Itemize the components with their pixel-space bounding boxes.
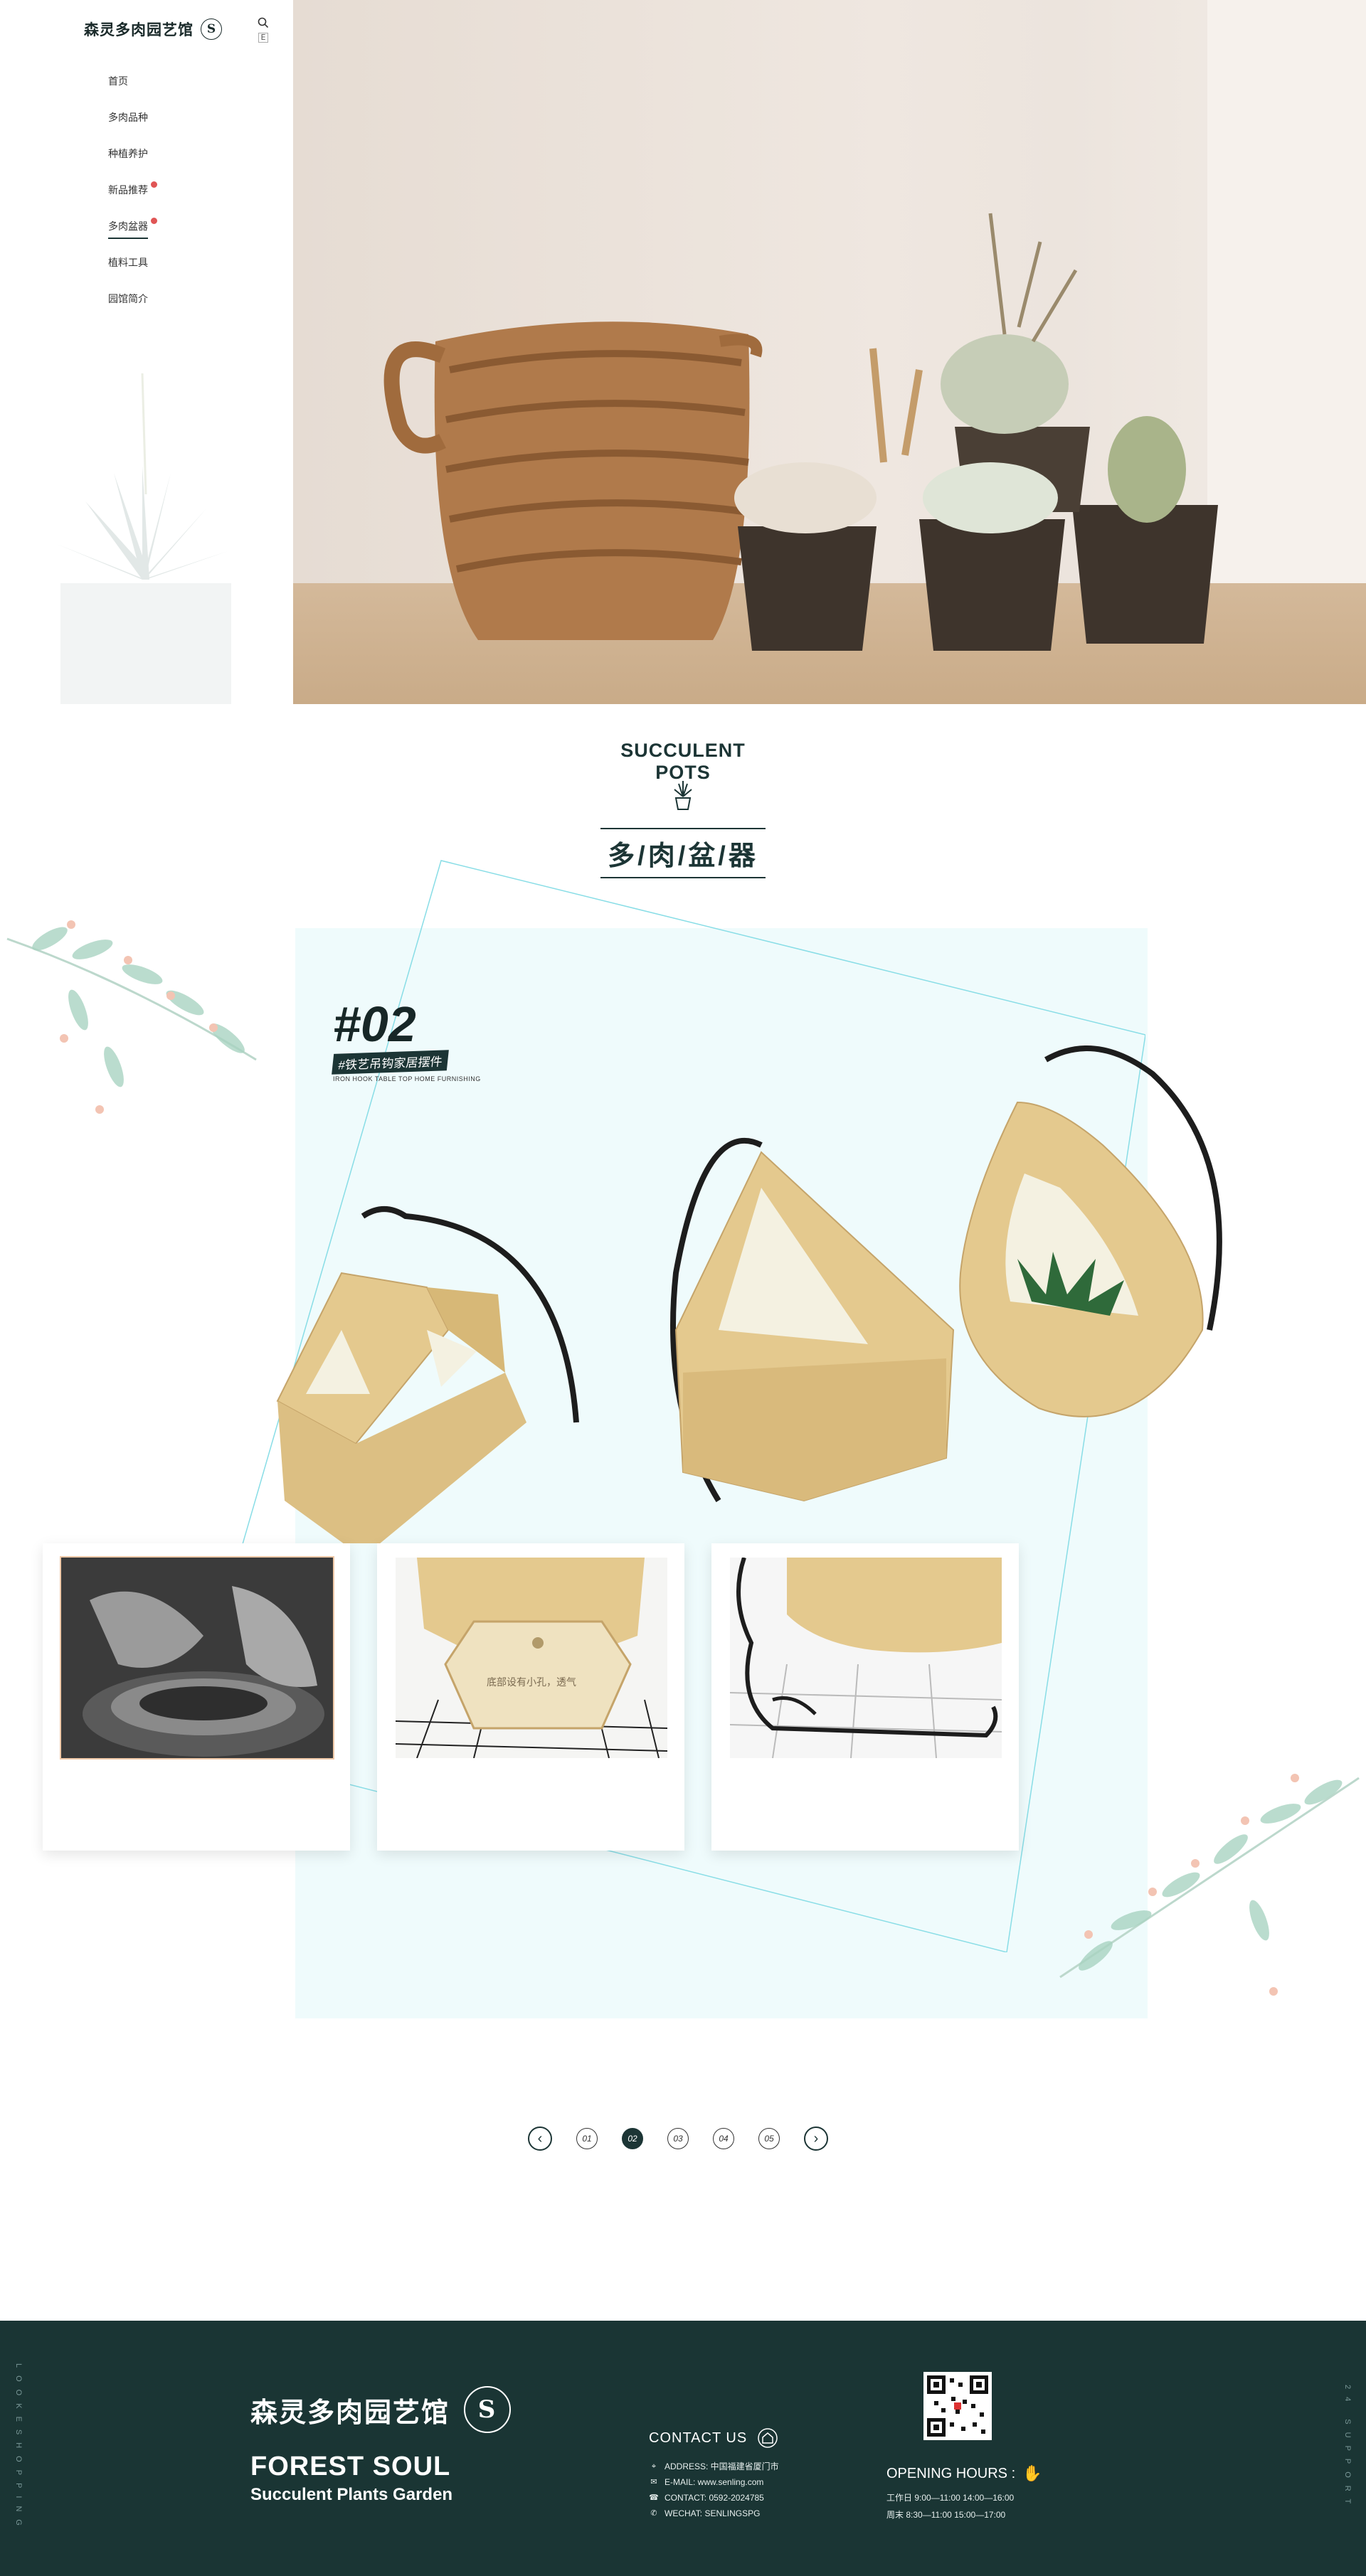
- main-nav: 首页 多肉品种 种植养护 新品推荐 多肉盆器 植料工具 园馆简介: [108, 74, 157, 328]
- hanging-pots-illustration: [276, 1045, 1222, 1543]
- succulent-pots: [734, 213, 1218, 651]
- search-icon[interactable]: [258, 17, 269, 28]
- logo-badge: S: [201, 18, 222, 40]
- thumbnail-caption: 底部设有小孔，透气: [487, 1677, 576, 1688]
- wicker-basket: [383, 321, 763, 640]
- nav-label: 园馆简介: [108, 293, 148, 304]
- nav-label: 新品推荐: [108, 184, 148, 196]
- contact-wechat-text: WECHAT: SENLINGSPG: [665, 2508, 761, 2518]
- nav-label: 种植养护: [108, 148, 148, 159]
- top-icons: E: [258, 17, 269, 43]
- footer-hours: OPENING HOURS : ✋ 工作日 9:00—11:00 14:00—1…: [886, 2372, 1042, 2523]
- wechat-icon: ✆: [650, 2509, 657, 2518]
- hours-title: OPENING HOURS :: [886, 2465, 1016, 2481]
- thumbnail-card[interactable]: [43, 1543, 350, 1851]
- new-badge-dot: [151, 181, 157, 188]
- footer-logo-badge: S: [464, 2386, 512, 2433]
- hand-icon: ✋: [1022, 2464, 1042, 2482]
- phone-icon: ☎: [649, 2493, 659, 2502]
- nav-label: 首页: [108, 75, 128, 87]
- hours-weekday: 工作日 9:00—11:00 14:00—16:00: [886, 2493, 1015, 2503]
- nav-item-new[interactable]: 新品推荐: [108, 181, 157, 219]
- contact-address-text: ADDRESS: 中国福建省厦门市: [665, 2461, 779, 2471]
- prev-page-button[interactable]: ‹: [528, 2127, 552, 2151]
- aloe-plant-illustration: [57, 373, 231, 704]
- product-showcase: #02 #铁艺吊钩家居摆件 IRON HOOK TABLE TOP HOME F…: [0, 825, 1366, 2141]
- page-number[interactable]: 03: [667, 2128, 689, 2149]
- thumbnail-image-pot-bottom: 底部设有小孔，透气: [396, 1558, 667, 1758]
- contact-address: ⌖ ADDRESS: 中国福建省厦门市: [649, 2459, 779, 2474]
- contact-wechat: ✆ WECHAT: SENLINGSPG: [649, 2506, 779, 2521]
- potted-plant-icon: [674, 781, 692, 810]
- contact-phone[interactable]: ☎ CONTACT: 0592-2024785: [649, 2490, 779, 2506]
- thumbnail-image-pottery: [60, 1556, 334, 1760]
- hero-banner: [293, 0, 1366, 704]
- next-page-button[interactable]: ›: [804, 2127, 828, 2151]
- section-title-en: SUCCULENT POTS: [620, 740, 746, 783]
- logo-text: 森灵多肉园艺馆: [84, 21, 194, 38]
- hero-photo-illustration: [383, 213, 1218, 651]
- footer-contact: CONTACT US ⌖ ADDRESS: 中国福建省厦门市 ✉ E-MAIL: w…: [649, 2427, 779, 2521]
- page-number[interactable]: 01: [576, 2128, 598, 2149]
- nav-item-home[interactable]: 首页: [108, 74, 157, 110]
- footer-vertical-text-left: LOOKESHOPPING: [14, 2363, 23, 2533]
- pagination: ‹ 01 02 03 04 05 ›: [528, 2127, 828, 2151]
- nav-label: 多肉盆器: [108, 219, 148, 239]
- footer-brand-en: FOREST SOUL: [250, 2452, 451, 2481]
- page-number-active[interactable]: 02: [622, 2128, 643, 2149]
- mail-icon: ✉: [650, 2478, 657, 2486]
- page-number[interactable]: 04: [713, 2128, 734, 2149]
- site-footer: LOOKESHOPPING 24 SUPPORT 森灵多肉园艺馆 S FORES…: [0, 2321, 1366, 2576]
- location-icon: ⌖: [651, 2462, 657, 2471]
- contact-email[interactable]: ✉ E-MAIL: www.senling.com: [649, 2474, 779, 2490]
- nav-item-care[interactable]: 种植养护: [108, 147, 157, 183]
- house-icon: [758, 2428, 778, 2448]
- nav-item-pots[interactable]: 多肉盆器: [108, 218, 157, 255]
- language-toggle[interactable]: E: [258, 33, 268, 43]
- thumbnail-image-hook-stand: [730, 1558, 1002, 1758]
- qr-code-icon: [923, 2372, 992, 2440]
- site-logo[interactable]: 森灵多肉园艺馆 S: [84, 18, 222, 40]
- contact-email-text: E-MAIL: www.senling.com: [665, 2477, 764, 2487]
- page-number[interactable]: 05: [758, 2128, 780, 2149]
- nav-label: 多肉品种: [108, 112, 148, 123]
- nav-item-about[interactable]: 园馆简介: [108, 292, 157, 328]
- sidebar: 森灵多肉园艺馆 S E 首页 多肉品种 种植养护 新品推荐 多肉盆器 植料工具 …: [0, 0, 293, 704]
- footer-brand-sub: Succulent Plants Garden: [250, 2485, 453, 2504]
- leaf-branch-right: [1059, 1774, 1360, 1996]
- nav-item-tools[interactable]: 植料工具: [108, 255, 157, 292]
- new-badge-dot: [151, 218, 157, 224]
- footer-brand-cn: 森灵多肉园艺馆: [250, 2395, 450, 2428]
- footer-brand: 森灵多肉园艺馆 S FOREST SOUL Succulent Plants G…: [250, 2386, 512, 2505]
- contact-phone-text: CONTACT: 0592-2024785: [665, 2493, 764, 2503]
- hours-weekend: 周末 8:30—11:00 15:00—17:00: [886, 2510, 1006, 2520]
- footer-vertical-text-right: 24 SUPPORT: [1343, 2385, 1352, 2512]
- contact-title: CONTACT US: [649, 2429, 748, 2446]
- thumbnail-card[interactable]: [711, 1543, 1019, 1851]
- nav-item-varieties[interactable]: 多肉品种: [108, 110, 157, 147]
- leaf-branch-left: [6, 920, 257, 1114]
- thumbnail-card[interactable]: 底部设有小孔，透气: [377, 1543, 684, 1851]
- nav-label: 植料工具: [108, 257, 148, 268]
